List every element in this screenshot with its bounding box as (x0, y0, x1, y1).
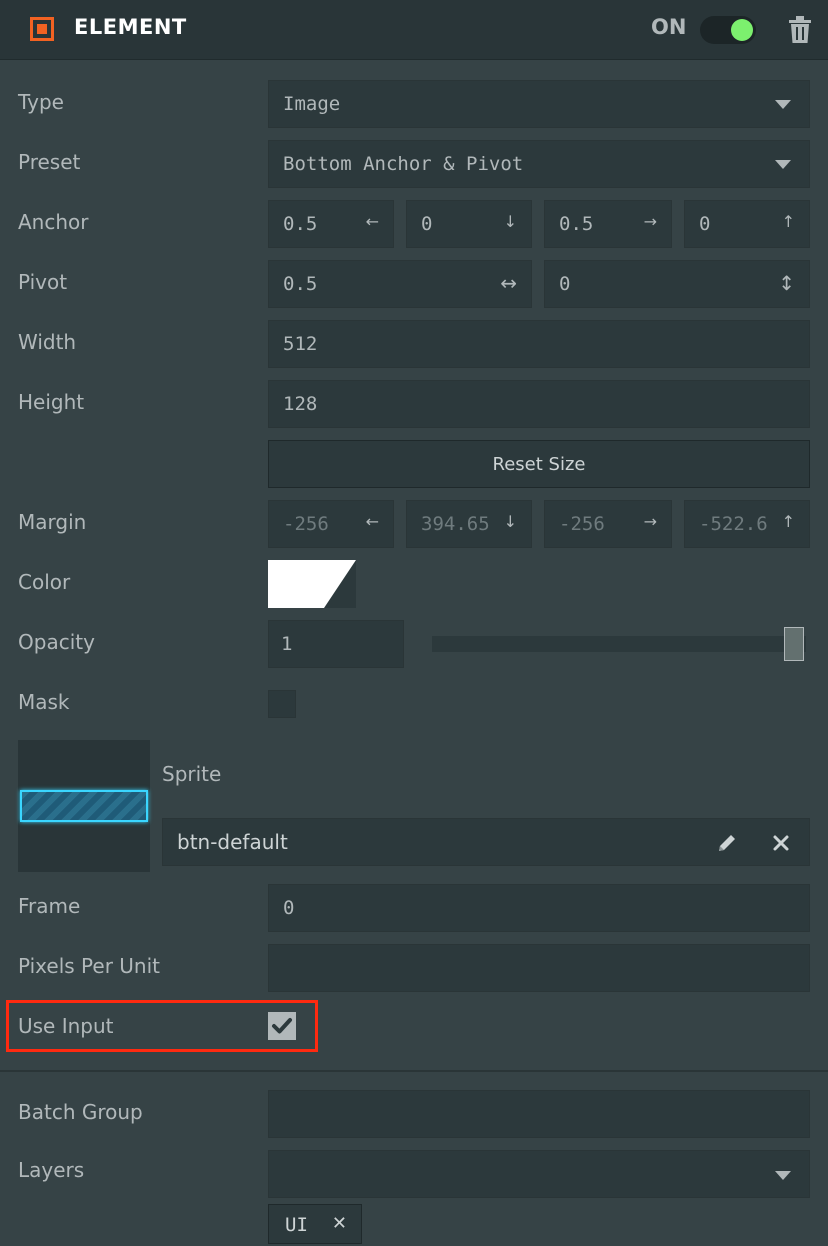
preset-select[interactable]: Bottom Anchor & Pivot (268, 140, 810, 188)
color-picker-swatch[interactable] (268, 560, 356, 608)
color-label: Color (18, 570, 71, 594)
sprite-asset-field[interactable]: btn-default (162, 818, 810, 866)
close-icon[interactable] (771, 833, 791, 853)
pivot-label: Pivot (18, 270, 68, 294)
opacity-value: 1 (281, 633, 293, 655)
preset-value: Bottom Anchor & Pivot (283, 153, 524, 175)
element-panel-header: ELEMENT ON (0, 0, 828, 60)
arrow-vertical-icon: ↕ (778, 271, 795, 295)
pivot-y-value: 0 (559, 273, 571, 295)
sprite-asset-name: btn-default (177, 830, 288, 854)
use-input-checkbox[interactable] (268, 1012, 296, 1040)
pixels-per-unit-input[interactable] (268, 944, 810, 992)
enabled-label: ON (651, 15, 687, 39)
height-label: Height (18, 390, 85, 414)
anchor-right-value: 0.5 (559, 213, 594, 235)
layers-label: Layers (18, 1158, 85, 1182)
arrow-up-icon: ↑ (781, 212, 795, 231)
arrow-right-icon: → (643, 212, 657, 231)
frame-input[interactable]: 0 (268, 884, 810, 932)
enabled-toggle[interactable] (700, 16, 756, 44)
section-divider (0, 1070, 828, 1072)
arrow-left-icon: ← (365, 512, 379, 531)
checkmark-icon (272, 1018, 292, 1034)
margin-right-input[interactable]: -256 → (544, 500, 672, 548)
width-label: Width (18, 330, 77, 354)
chevron-down-icon (775, 100, 791, 109)
batch-group-label: Batch Group (18, 1100, 143, 1124)
opacity-label: Opacity (18, 630, 95, 654)
frame-value: 0 (283, 897, 295, 919)
frame-label: Frame (18, 894, 81, 918)
margin-top-value: -522.6 (699, 513, 768, 535)
margin-bottom-value: 394.65 (421, 513, 490, 535)
pivot-y-input[interactable]: 0 ↕ (544, 260, 810, 308)
sprite-label: Sprite (162, 762, 222, 786)
pixels-per-unit-label: Pixels Per Unit (18, 954, 160, 978)
batch-group-select[interactable] (268, 1090, 810, 1138)
chevron-down-icon (775, 160, 791, 169)
anchor-top-input[interactable]: 0 ↑ (684, 200, 810, 248)
panel-title: ELEMENT (74, 15, 187, 39)
opacity-slider-track[interactable] (432, 636, 806, 652)
opacity-slider-handle[interactable] (784, 627, 804, 661)
pivot-x-value: 0.5 (283, 273, 318, 295)
opacity-input[interactable]: 1 (268, 620, 404, 668)
chevron-down-icon (775, 1171, 791, 1180)
anchor-label: Anchor (18, 210, 89, 234)
arrow-down-icon: ↓ (503, 212, 517, 231)
preset-label: Preset (18, 150, 81, 174)
margin-label: Margin (18, 510, 87, 534)
trash-icon[interactable] (788, 16, 812, 44)
reset-size-button[interactable]: Reset Size (268, 440, 810, 488)
width-value: 512 (283, 333, 318, 355)
margin-top-input[interactable]: -522.6 ↑ (684, 500, 810, 548)
type-value: Image (283, 93, 341, 115)
layer-tag-label: UI (285, 1214, 308, 1236)
mask-label: Mask (18, 690, 70, 714)
width-input[interactable]: 512 (268, 320, 810, 368)
type-select[interactable]: Image (268, 80, 810, 128)
pencil-icon[interactable] (717, 833, 737, 853)
margin-right-value: -256 (559, 513, 605, 535)
sprite-preview-image (20, 790, 148, 822)
layer-tag-ui: UI ✕ (268, 1204, 362, 1244)
height-value: 128 (283, 393, 318, 415)
arrow-down-icon: ↓ (503, 512, 517, 531)
anchor-bottom-value: 0 (421, 213, 433, 235)
element-icon (30, 17, 54, 41)
pivot-x-input[interactable]: 0.5 ↔ (268, 260, 532, 308)
anchor-top-value: 0 (699, 213, 711, 235)
arrow-up-icon: ↑ (781, 512, 795, 531)
arrow-left-icon: ← (365, 212, 379, 231)
mask-checkbox[interactable] (268, 690, 296, 718)
arrow-horizontal-icon: ↔ (500, 271, 517, 295)
type-label: Type (18, 90, 64, 114)
arrow-right-icon: → (643, 512, 657, 531)
height-input[interactable]: 128 (268, 380, 810, 428)
layers-select[interactable] (268, 1150, 810, 1198)
reset-size-label: Reset Size (492, 454, 586, 475)
margin-left-value: -256 (283, 513, 329, 535)
remove-tag-icon[interactable]: ✕ (332, 1213, 347, 1234)
use-input-label: Use Input (18, 1014, 114, 1038)
anchor-bottom-input[interactable]: 0 ↓ (406, 200, 532, 248)
sprite-thumbnail[interactable] (18, 740, 150, 872)
toggle-knob (731, 19, 753, 41)
margin-left-input[interactable]: -256 ← (268, 500, 394, 548)
anchor-left-input[interactable]: 0.5 ← (268, 200, 394, 248)
anchor-left-value: 0.5 (283, 213, 318, 235)
margin-bottom-input[interactable]: 394.65 ↓ (406, 500, 532, 548)
anchor-right-input[interactable]: 0.5 → (544, 200, 672, 248)
